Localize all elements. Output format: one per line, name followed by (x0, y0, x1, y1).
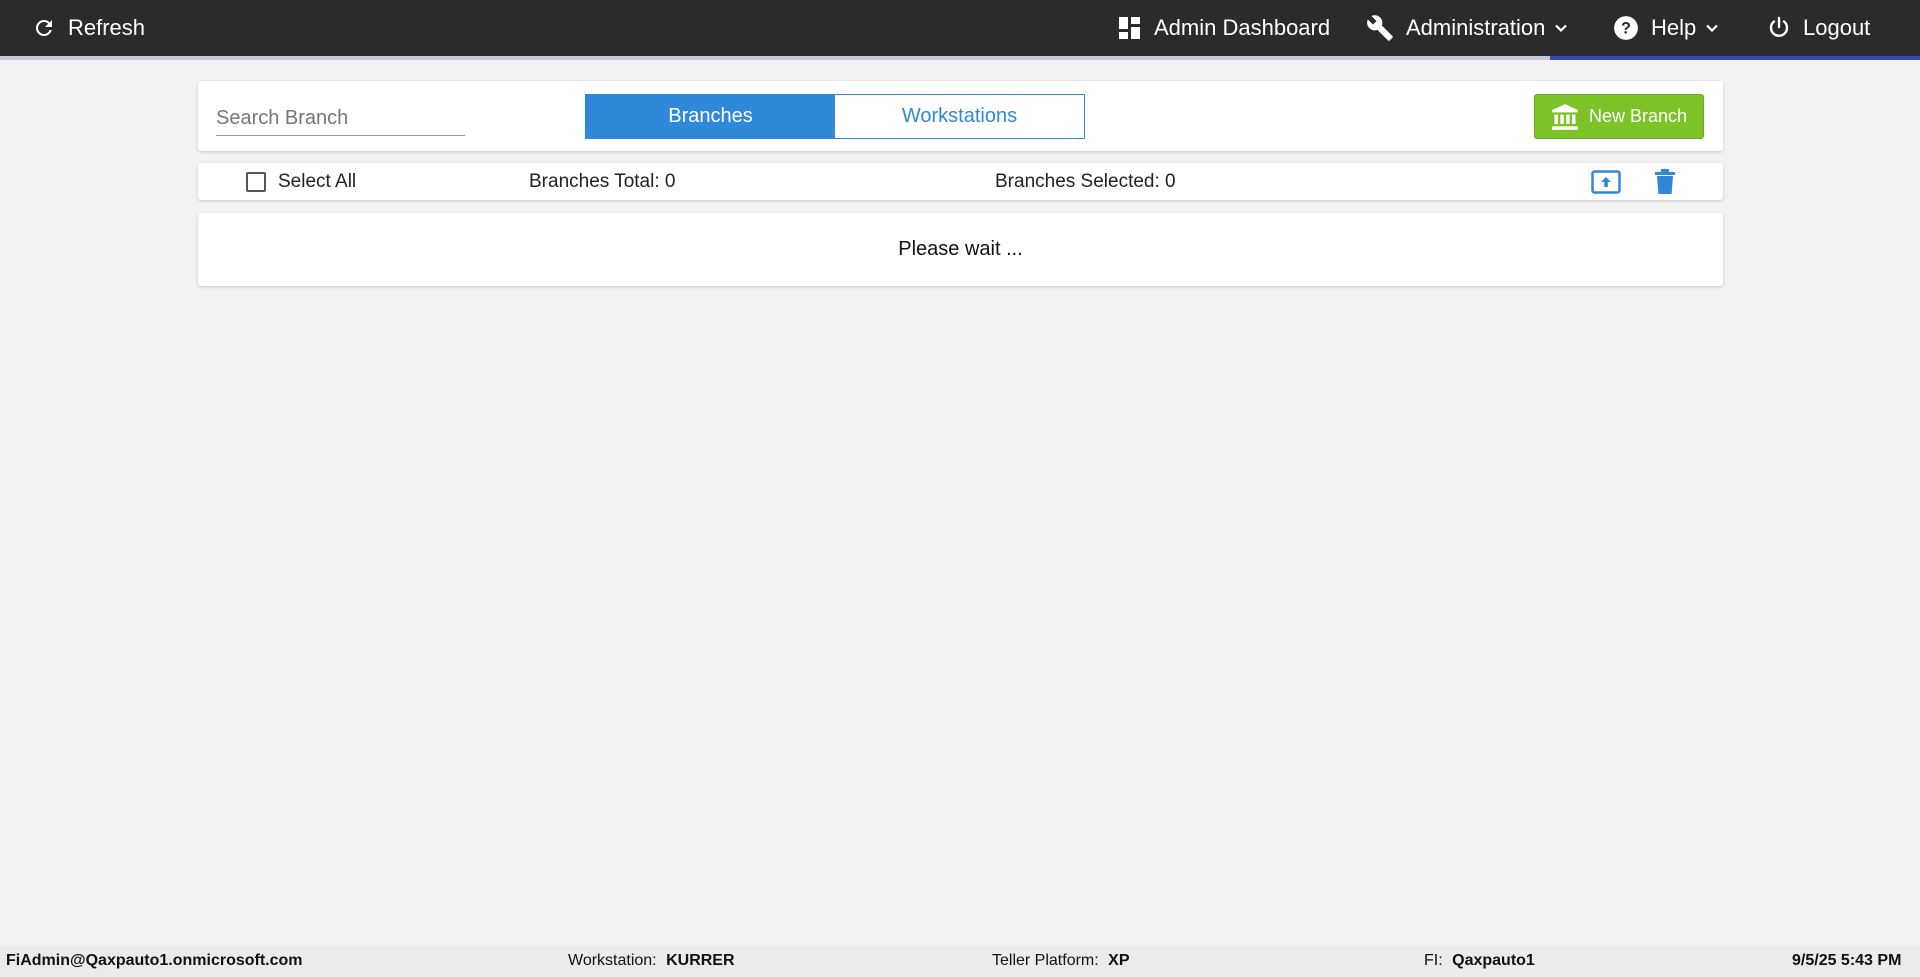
select-all-checkbox[interactable]: Select All (246, 171, 356, 193)
datetime-value: 9/5/25 5:43 PM (1792, 952, 1902, 969)
power-icon (1769, 16, 1789, 37)
branch-list-card: Please wait ... (198, 213, 1723, 286)
footer-platform: Teller Platform: XP (992, 952, 1130, 970)
trash-icon (1655, 169, 1675, 194)
checkbox-box[interactable] (246, 172, 266, 192)
delete-button[interactable] (1650, 168, 1680, 196)
footer-datetime: 9/5/25 5:43 PM (1792, 952, 1901, 970)
workstation-label: Workstation: (568, 952, 657, 969)
bank-icon (1552, 103, 1578, 130)
loading-progress-track (0, 56, 1920, 60)
upload-icon (1591, 170, 1621, 194)
upload-button[interactable] (1591, 168, 1621, 196)
tab-workstations[interactable]: Workstations (835, 95, 1084, 138)
chevron-down-icon (1555, 24, 1568, 33)
new-branch-button[interactable]: New Branch (1534, 94, 1704, 139)
summary-card: Select All Branches Total: 0 Branches Se… (198, 163, 1723, 200)
platform-label: Teller Platform: (992, 952, 1099, 969)
branches-selected: Branches Selected: 0 (995, 171, 1176, 192)
wrench-icon (1367, 15, 1393, 41)
help-menu[interactable]: ? Help (1613, 0, 1720, 56)
footer-user: FiAdmin@Qaxpauto1.onmicrosoft.com (6, 952, 303, 970)
loading-message: Please wait ... (898, 238, 1023, 260)
workstation-value: KURRER (666, 952, 735, 969)
admin-dashboard-link[interactable]: Admin Dashboard (1118, 0, 1330, 56)
logout-button[interactable]: Logout (1767, 0, 1870, 56)
search-branch-input[interactable] (216, 103, 465, 136)
status-footer: FiAdmin@Qaxpauto1.onmicrosoft.com Workst… (0, 945, 1920, 977)
help-label: Help (1651, 15, 1697, 40)
fi-value: Qaxpauto1 (1452, 952, 1535, 969)
select-all-label: Select All (278, 171, 357, 192)
tab-branches[interactable]: Branches (586, 95, 835, 138)
footer-fi: FI: Qaxpauto1 (1424, 952, 1535, 970)
refresh-label: Refresh (68, 15, 146, 40)
user-email: FiAdmin@Qaxpauto1.onmicrosoft.com (6, 952, 303, 969)
footer-workstation: Workstation: KURRER (568, 952, 735, 970)
svg-text:?: ? (1621, 19, 1631, 37)
refresh-button[interactable]: Refresh (32, 0, 145, 56)
chevron-down-icon (1706, 24, 1719, 33)
refresh-icon (36, 19, 52, 36)
fi-label: FI: (1424, 952, 1443, 969)
administration-label: Administration (1406, 15, 1546, 40)
view-tabs: Branches Workstations (585, 94, 1085, 139)
new-branch-label: New Branch (1588, 106, 1688, 126)
toolbar-card: Branches Workstations New Branch (198, 81, 1723, 151)
logout-label: Logout (1803, 15, 1871, 40)
loading-progress-bar (1550, 56, 1920, 60)
platform-value: XP (1108, 952, 1130, 969)
dashboard-grid-icon (1119, 17, 1140, 39)
branches-total: Branches Total: 0 (529, 171, 676, 192)
help-circle-icon: ? (1614, 16, 1638, 40)
top-navigation-bar: Refresh Admin Dashboard Administration ?… (0, 0, 1920, 56)
admin-dashboard-label: Admin Dashboard (1154, 15, 1331, 40)
administration-menu[interactable]: Administration (1366, 0, 1569, 56)
